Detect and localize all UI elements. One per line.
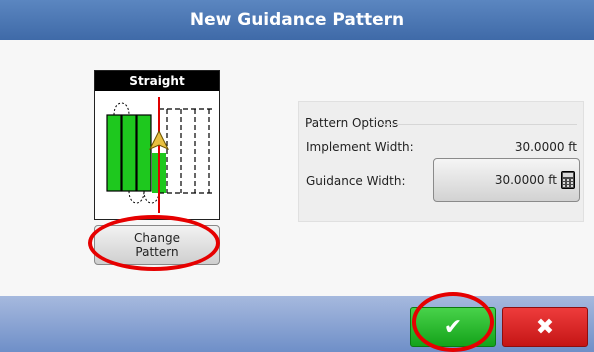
change-pattern-button[interactable]: Change Pattern bbox=[94, 225, 220, 265]
pattern-options-group: Pattern Options Implement Width: 30.0000… bbox=[298, 101, 584, 222]
dialog-body: Straight Change Pattern Pattern Options … bbox=[0, 40, 594, 296]
dialog-title: New Guidance Pattern bbox=[0, 0, 594, 40]
accept-button[interactable]: ✔ bbox=[410, 307, 496, 347]
implement-width-value: 30.0000 ft bbox=[514, 140, 577, 154]
cancel-button[interactable]: ✖ bbox=[502, 307, 588, 347]
pattern-options-legend: Pattern Options bbox=[305, 116, 399, 130]
coverage-pass-2 bbox=[122, 115, 136, 191]
change-pattern-label-2: Pattern bbox=[135, 245, 179, 259]
checkmark-icon: ✔ bbox=[443, 314, 463, 340]
guidance-width-label: Guidance Width: bbox=[306, 174, 406, 188]
pattern-name: Straight bbox=[95, 71, 219, 91]
x-icon: ✖ bbox=[535, 314, 555, 340]
coverage-pass-1 bbox=[107, 115, 121, 191]
change-pattern-label-1: Change bbox=[134, 231, 180, 245]
calculator-icon bbox=[561, 171, 575, 189]
implement-width-label: Implement Width: bbox=[306, 140, 414, 154]
guidance-width-value: 30.0000 ft bbox=[494, 173, 557, 187]
pattern-preview-card: Straight bbox=[94, 70, 220, 220]
coverage-pass-3 bbox=[137, 115, 151, 191]
group-divider bbox=[379, 124, 577, 125]
guidance-width-button[interactable]: 30.0000 ft bbox=[433, 158, 580, 202]
straight-pattern-diagram bbox=[106, 97, 213, 213]
